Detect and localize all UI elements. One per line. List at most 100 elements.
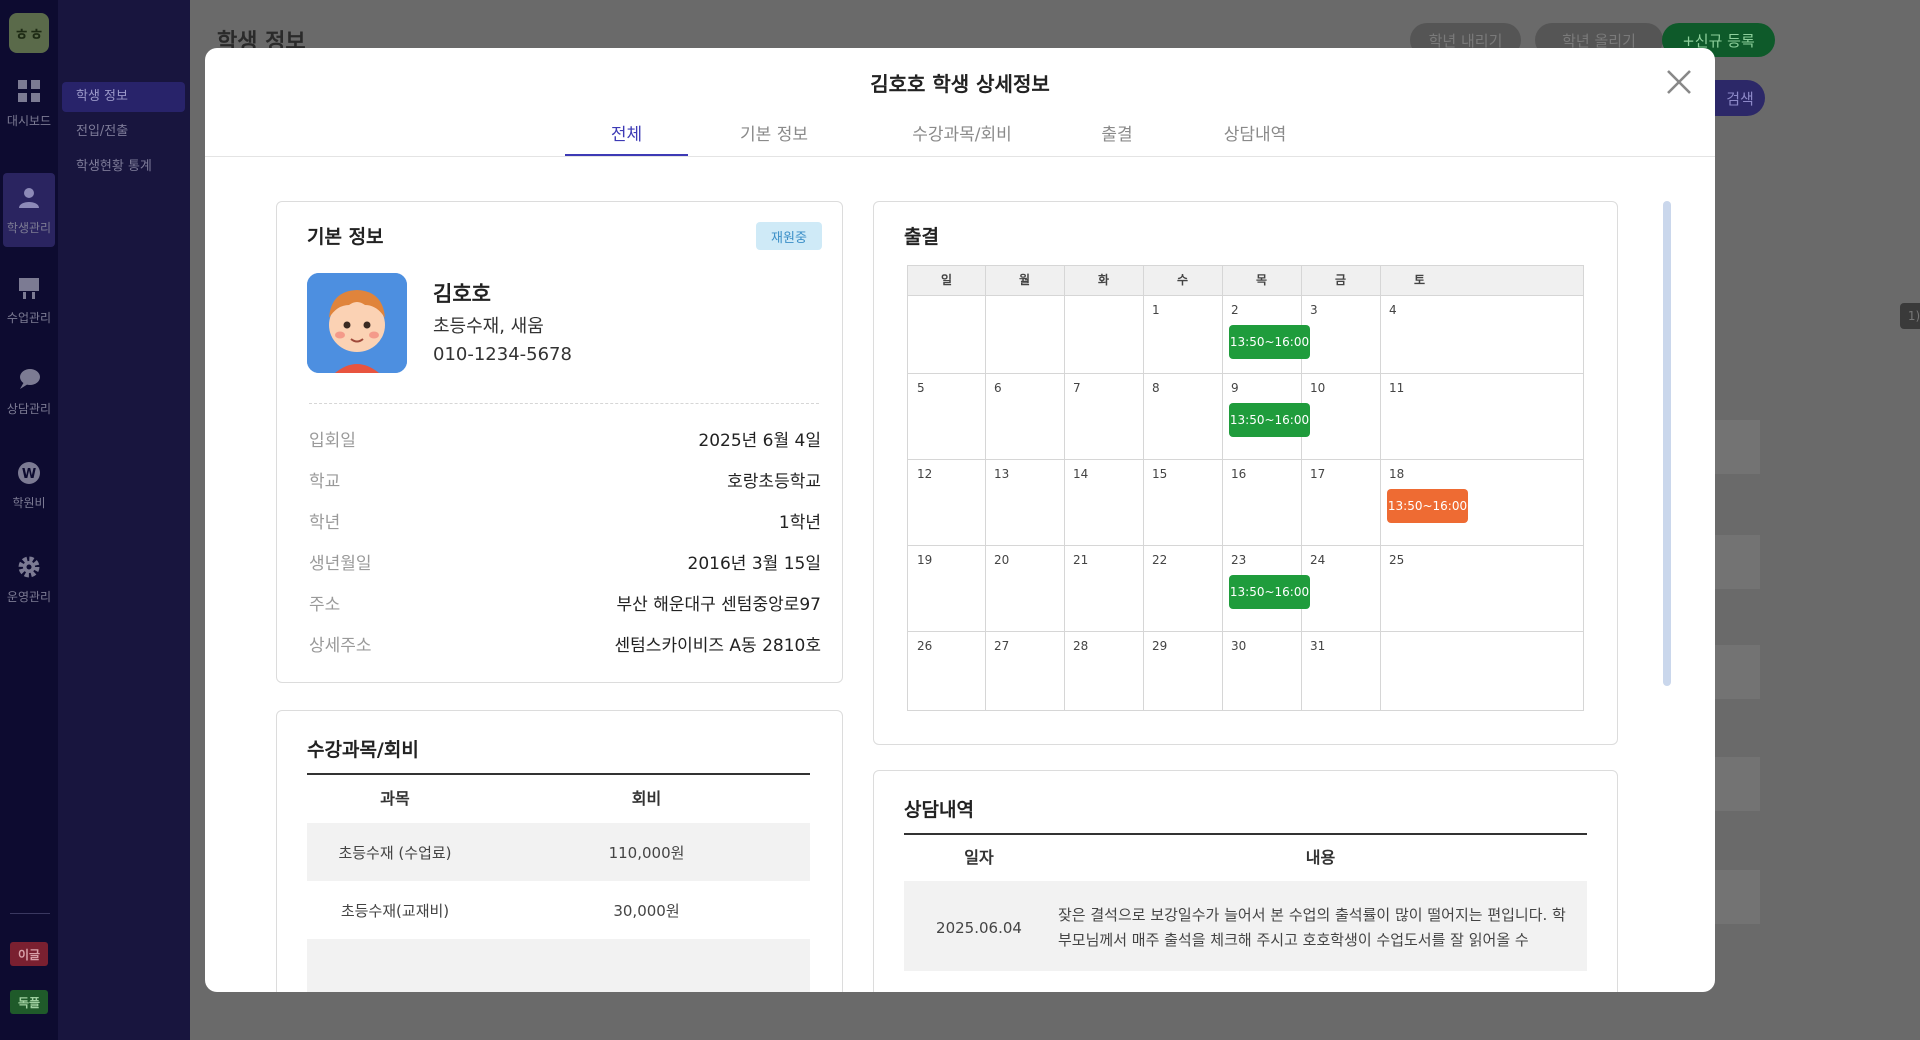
app-logo[interactable]: ㅎㅎ bbox=[9, 13, 49, 53]
info-row-birthdate: 생년월일 2016년 3월 15일 bbox=[309, 546, 821, 576]
divider bbox=[309, 403, 819, 404]
calendar-day[interactable]: 3 bbox=[1310, 303, 1318, 317]
subnav-item-transfer[interactable]: 전입/전출 bbox=[62, 117, 185, 147]
calendar-day[interactable]: 19 bbox=[917, 553, 932, 567]
tab-basic-info[interactable]: 기본 정보 bbox=[712, 120, 836, 157]
calendar-day[interactable]: 13 bbox=[994, 467, 1009, 481]
calendar-day[interactable]: 22 bbox=[1152, 553, 1167, 567]
calendar-day[interactable]: 4 bbox=[1389, 303, 1397, 317]
rail-item-tuition[interactable]: W 학원비 bbox=[3, 448, 55, 522]
attendance-chip[interactable]: 13:50~16:00 bbox=[1229, 403, 1310, 437]
calendar-day[interactable]: 15 bbox=[1152, 467, 1167, 481]
card-title: 수강과목/회비 bbox=[307, 739, 419, 761]
col-header-content: 내용 bbox=[1305, 848, 1336, 867]
info-label: 입회일 bbox=[309, 430, 356, 451]
rail-item-counseling[interactable]: 상담관리 bbox=[3, 354, 55, 428]
table-row[interactable]: 2025.06.04 잦은 결석으로 보강일수가 늘어서 본 수업의 출석률이 … bbox=[904, 881, 1587, 971]
tab-divider bbox=[205, 156, 1715, 157]
calendar-day[interactable]: 24 bbox=[1310, 553, 1325, 567]
calendar-day[interactable]: 14 bbox=[1073, 467, 1088, 481]
subnav-item-stats[interactable]: 학생현황 통계 bbox=[62, 152, 185, 182]
calendar-day[interactable]: 10 bbox=[1310, 381, 1325, 395]
calendar-day[interactable]: 11 bbox=[1389, 381, 1404, 395]
rail-item-classes[interactable]: 수업관리 bbox=[3, 263, 55, 337]
weekday-header: 일 bbox=[940, 273, 953, 287]
calendar-day[interactable]: 12 bbox=[917, 467, 932, 481]
tab-all[interactable]: 전체 bbox=[565, 120, 688, 157]
calendar-day[interactable]: 29 bbox=[1152, 639, 1167, 653]
tab-courses[interactable]: 수강과목/회비 bbox=[887, 120, 1037, 157]
lang-button-ko[interactable]: 이글 bbox=[10, 942, 48, 966]
calendar-day[interactable]: 8 bbox=[1152, 381, 1160, 395]
app-root: ㅎㅎ 대시보드 학생관리 수업관리 상담관리 W 학원비 운영관리 이글 독플 … bbox=[0, 0, 1920, 1040]
rail-item-dashboard[interactable]: 대시보드 bbox=[3, 66, 55, 140]
calendar-day[interactable]: 27 bbox=[994, 639, 1009, 653]
calendar-gridline bbox=[908, 295, 1583, 296]
info-value: 부산 해운대구 센텀중앙로97 bbox=[616, 594, 821, 615]
weekday-header: 월 bbox=[1018, 273, 1031, 287]
search-button[interactable]: 검색 bbox=[1715, 80, 1765, 116]
calendar-day[interactable]: 25 bbox=[1389, 553, 1404, 567]
calendar-gridline bbox=[908, 545, 1583, 546]
svg-text:W: W bbox=[22, 467, 36, 482]
cell-subject: 초등수재 (수업료) bbox=[338, 843, 452, 862]
attendance-chip[interactable]: 13:50~16:00 bbox=[1229, 575, 1310, 609]
table-row: 초등수재 (수업료) 110,000원 bbox=[307, 823, 810, 881]
gear-icon bbox=[16, 554, 42, 580]
lang-button-de[interactable]: 독플 bbox=[10, 990, 48, 1014]
attendance-chip[interactable]: 13:50~16:00 bbox=[1387, 489, 1468, 523]
attendance-calendar: 일월화수목금토 1 2 13:50~16:00 3 4 5 6 7 8 9 13:50~16:00 1… bbox=[907, 265, 1584, 711]
calendar-day[interactable]: 21 bbox=[1073, 553, 1088, 567]
calendar-day[interactable]: 7 bbox=[1073, 381, 1081, 395]
calendar-day[interactable]: 5 bbox=[917, 381, 925, 395]
calendar-day[interactable]: 23 bbox=[1231, 553, 1246, 567]
counseling-card: 상담내역 일자 내용 2025.06.04 잦은 결석으로 보강일수가 늘어서 … bbox=[873, 770, 1618, 992]
calendar-day[interactable]: 18 bbox=[1389, 467, 1404, 481]
info-label: 주소 bbox=[309, 594, 341, 615]
calendar-day[interactable]: 30 bbox=[1231, 639, 1246, 653]
calendar-day[interactable]: 9 bbox=[1231, 381, 1239, 395]
rail-label: 학생관리 bbox=[6, 220, 52, 235]
counseling-table-header: 일자 내용 bbox=[904, 833, 1587, 881]
tab-attendance[interactable]: 출결 bbox=[1077, 120, 1157, 157]
cell-content: 잦은 결석으로 보강일수가 늘어서 본 수업의 출석률이 많이 떨어지는 편입니… bbox=[1058, 906, 1566, 949]
calendar-day[interactable]: 16 bbox=[1231, 467, 1246, 481]
bg-count-tag: 1) bbox=[1900, 303, 1920, 329]
calendar-day[interactable]: 2 bbox=[1231, 303, 1239, 317]
col-header-date: 일자 bbox=[964, 848, 994, 867]
cell-subject: 초등수재(교재비) bbox=[340, 901, 450, 920]
calendar-gridline bbox=[1222, 266, 1223, 710]
tab-counseling[interactable]: 상담내역 bbox=[1205, 120, 1305, 157]
rail-item-students[interactable]: 학생관리 bbox=[3, 173, 55, 247]
col-header-fee: 회비 bbox=[631, 789, 662, 808]
rail-item-operations[interactable]: 운영관리 bbox=[3, 542, 55, 616]
calendar-day[interactable]: 26 bbox=[917, 639, 932, 653]
info-label: 생년월일 bbox=[309, 553, 372, 574]
calendar-header: 일월화수목금토 bbox=[908, 266, 1583, 295]
rail-label: 학원비 bbox=[12, 495, 46, 510]
close-icon[interactable] bbox=[1663, 66, 1695, 98]
card-title: 상담내역 bbox=[904, 799, 974, 821]
student-name: 김호호 bbox=[433, 282, 491, 306]
attendance-chip[interactable]: 13:50~16:00 bbox=[1229, 325, 1310, 359]
won-icon: W bbox=[16, 460, 42, 486]
calendar-day[interactable]: 31 bbox=[1310, 639, 1325, 653]
cell-fee: 110,000원 bbox=[608, 843, 685, 862]
weekday-header: 목 bbox=[1255, 273, 1268, 287]
calendar-gridline bbox=[1380, 266, 1381, 710]
subnav-item-student-info[interactable]: 학생 정보 bbox=[62, 82, 185, 112]
chat-icon bbox=[16, 366, 42, 392]
calendar-day[interactable]: 1 bbox=[1152, 303, 1160, 317]
modal-scrollbar[interactable] bbox=[1663, 201, 1671, 686]
info-row-address: 주소 부산 해운대구 센텀중앙로97 bbox=[309, 587, 821, 617]
person-icon bbox=[16, 185, 42, 211]
calendar-day[interactable]: 28 bbox=[1073, 639, 1088, 653]
student-detail-modal: 김호호 학생 상세정보 전체 기본 정보 수강과목/회비 출결 상담내역 기본 … bbox=[205, 48, 1715, 992]
bg-row bbox=[1710, 535, 1760, 589]
weekday-header: 화 bbox=[1097, 273, 1110, 287]
calendar-day[interactable]: 20 bbox=[994, 553, 1009, 567]
calendar-day[interactable]: 17 bbox=[1310, 467, 1325, 481]
calendar-day[interactable]: 6 bbox=[994, 381, 1002, 395]
basic-info-card: 기본 정보 재원중 김호호 초등수재, 새움 010-1234-5678 입회일… bbox=[276, 201, 843, 683]
info-label: 학교 bbox=[309, 471, 341, 492]
